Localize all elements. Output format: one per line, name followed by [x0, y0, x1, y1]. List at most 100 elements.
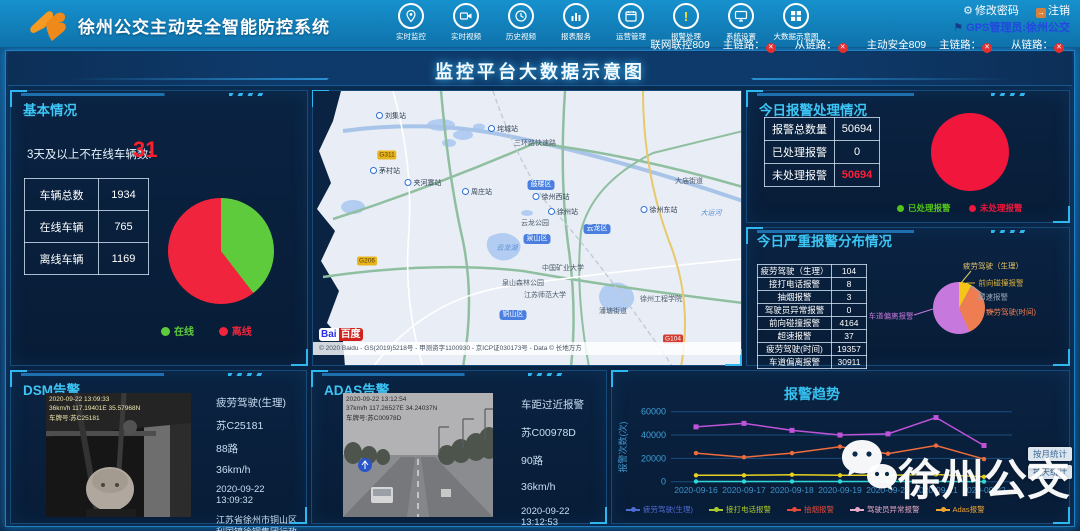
video-camera-icon — [453, 3, 479, 29]
legend-label: Adas报警 — [953, 504, 985, 515]
alarm-type: 疲劳驾驶(生理) — [216, 395, 302, 410]
data-point — [694, 479, 698, 483]
data-point — [838, 433, 843, 438]
table-cell: 驾驶员异常报警 — [758, 304, 832, 317]
table-cell: 8 — [832, 278, 867, 291]
data-point — [982, 479, 986, 483]
route-number: 90路 — [521, 453, 605, 468]
daily-stats-button[interactable]: 按天统计 — [1028, 465, 1072, 479]
legend-marker — [709, 509, 723, 511]
nav-item-report-service[interactable]: 报表服务 — [555, 3, 597, 42]
data-point — [934, 479, 938, 483]
x-tick-label: 2020-09-22 — [962, 485, 1006, 495]
data-point — [934, 443, 938, 447]
table-cell: 3 — [832, 291, 867, 304]
vehicle-stats-table: 车辆总数 1934 在线车辆 765 离线车辆 1169 — [24, 178, 149, 275]
baidu-map[interactable]: Bai百度 © 2020 Baidu - GS(2019)5218号 - 甲测资… — [313, 91, 741, 365]
adas-snapshot-image[interactable]: 2020-09-22 13:12:54 37km/h 117.26527E 34… — [343, 393, 493, 517]
table-row: 疲劳驾驶(时间)19357 — [758, 343, 867, 356]
panel-decoration — [21, 373, 296, 376]
dsm-alarm-panel: DSM告警 2020-09-22 13:09:33 36km/h 117.194… — [10, 370, 307, 524]
legend-marker — [936, 509, 950, 511]
plate-number: 苏C25181 — [216, 418, 302, 433]
pie-slice-label: 疲劳驾驶（生理） — [963, 261, 1023, 272]
dsm-snapshot-image[interactable]: 2020-09-22 13:09:33 36km/h 117.19401E 35… — [46, 393, 191, 517]
data-point — [886, 479, 890, 483]
data-point — [742, 473, 746, 477]
legend-item[interactable]: 抽烟报警 — [787, 504, 834, 515]
gps-admin-label[interactable]: ⚑GPS管理员:徐州公交 — [650, 19, 1070, 35]
table-cell: 超速报警 — [758, 330, 832, 343]
link-status-icon: ✕ — [838, 43, 848, 53]
trend-chart-legend: 疲劳驾驶(生理) 接打电话报警 抽烟报警 驾驶员异常报警 Adas报警 — [626, 504, 1056, 515]
pie-legend: 在线 离线 — [161, 323, 274, 338]
panel-decoration — [21, 93, 297, 96]
online-offline-pie-chart — [168, 198, 274, 304]
data-point — [982, 475, 986, 479]
legend-dot — [161, 327, 170, 336]
legend-label: 疲劳驾驶(生理) — [643, 504, 693, 515]
legend-dot — [897, 205, 904, 212]
legend-item[interactable]: Adas报警 — [936, 504, 985, 515]
data-point — [742, 479, 746, 483]
data-point — [790, 473, 794, 477]
table-cell: 疲劳驾驶（生理） — [758, 265, 832, 278]
map-label-poi: 徐州工程学院 — [640, 294, 682, 304]
speed-value: 36km/h — [521, 481, 605, 493]
table-cell: 50694 — [835, 118, 880, 141]
map-label-poi: 潘塘街道 — [599, 306, 627, 316]
pie-slice-label: 前向碰撞报警 — [979, 278, 1024, 289]
nav-item-realtime-monitor[interactable]: 实时监控 — [390, 3, 432, 42]
snapshot-overlay-text: 2020-09-22 13:09:33 36km/h 117.19401E 35… — [49, 395, 140, 423]
data-point — [838, 445, 842, 449]
legend-item[interactable]: 驾驶员异常报警 — [850, 504, 920, 515]
map-label-station: 徐州东站 — [641, 205, 678, 215]
nav-item-realtime-video[interactable]: 实时视频 — [445, 3, 487, 42]
y-tick-label: 0 — [661, 477, 666, 487]
app-logo-icon — [26, 7, 70, 41]
y-axis-label: 报警次数(次) — [617, 422, 628, 473]
table-cell: 0 — [835, 141, 880, 164]
nav-item-operation-mgmt[interactable]: 运营管理 — [610, 3, 652, 42]
table-row: 离线车辆 1169 — [25, 243, 149, 275]
map-label-poi: 三环路快速路 — [514, 138, 556, 148]
table-cell: 50694 — [835, 164, 880, 187]
callout-line — [961, 271, 971, 283]
table-row: 驾驶员异常报警0 — [758, 304, 867, 317]
x-tick-label: 2020-09-20 — [866, 485, 910, 495]
change-password-link[interactable]: ⚙修改密码 — [963, 5, 1019, 17]
page-title: 监控平台大数据示意图 — [8, 58, 1072, 84]
map-attribution: © 2020 Baidu - GS(2019)5218号 - 甲测资字11009… — [313, 342, 741, 355]
data-point — [886, 431, 891, 436]
panel-decoration — [757, 93, 1059, 96]
history-video-icon — [508, 3, 534, 29]
monthly-stats-button[interactable]: 按月统计 — [1028, 447, 1072, 461]
legend-item[interactable]: 疲劳驾驶(生理) — [626, 504, 693, 515]
x-tick-label: 2020-09-17 — [722, 485, 766, 495]
legend-item[interactable]: 接打电话报警 — [709, 504, 771, 515]
table-row: 超速报警37 — [758, 330, 867, 343]
alarm-time: 2020-09-22 13:12:53 — [521, 506, 605, 528]
app-title: 徐州公交主动安全智能防控系统 — [78, 13, 330, 38]
data-point — [742, 455, 746, 459]
data-point — [886, 452, 890, 456]
alarm-handling-pie-chart — [931, 113, 1009, 191]
flag-icon: ⚑ — [953, 22, 963, 34]
map-label-poi: 江苏师范大学 — [524, 290, 566, 300]
alarm-trend-panel: 报警趋势 02000040000600002020-09-162020-09-1… — [611, 370, 1070, 524]
x-tick-label: 2020-09-16 — [674, 485, 718, 495]
map-panel: Bai百度 © 2020 Baidu - GS(2019)5218号 - 甲测资… — [312, 90, 742, 366]
logout-link[interactable]: →注销 — [1036, 5, 1070, 17]
table-row: 在线车辆 765 — [25, 211, 149, 243]
adas-details: 车距过近报警 苏C00978D 90路 36km/h 2020-09-22 13… — [521, 397, 605, 531]
plate-number: 苏C00978D — [521, 425, 605, 440]
alarm-type: 车距过近报警 — [521, 397, 605, 412]
nav-item-history-video[interactable]: 历史视频 — [500, 3, 542, 42]
dashboard-stage: 徐州公交主动安全智能防控系统 实时监控 实时视频 历史视频 — [0, 0, 1080, 531]
map-label-station: 垞城站 — [488, 124, 518, 134]
y-tick-label: 40000 — [641, 430, 666, 440]
table-row: 抽烟报警3 — [758, 291, 867, 304]
data-point — [838, 473, 842, 477]
table-cell: 疲劳驾驶(时间) — [758, 343, 832, 356]
speed-value: 36km/h — [216, 464, 302, 476]
